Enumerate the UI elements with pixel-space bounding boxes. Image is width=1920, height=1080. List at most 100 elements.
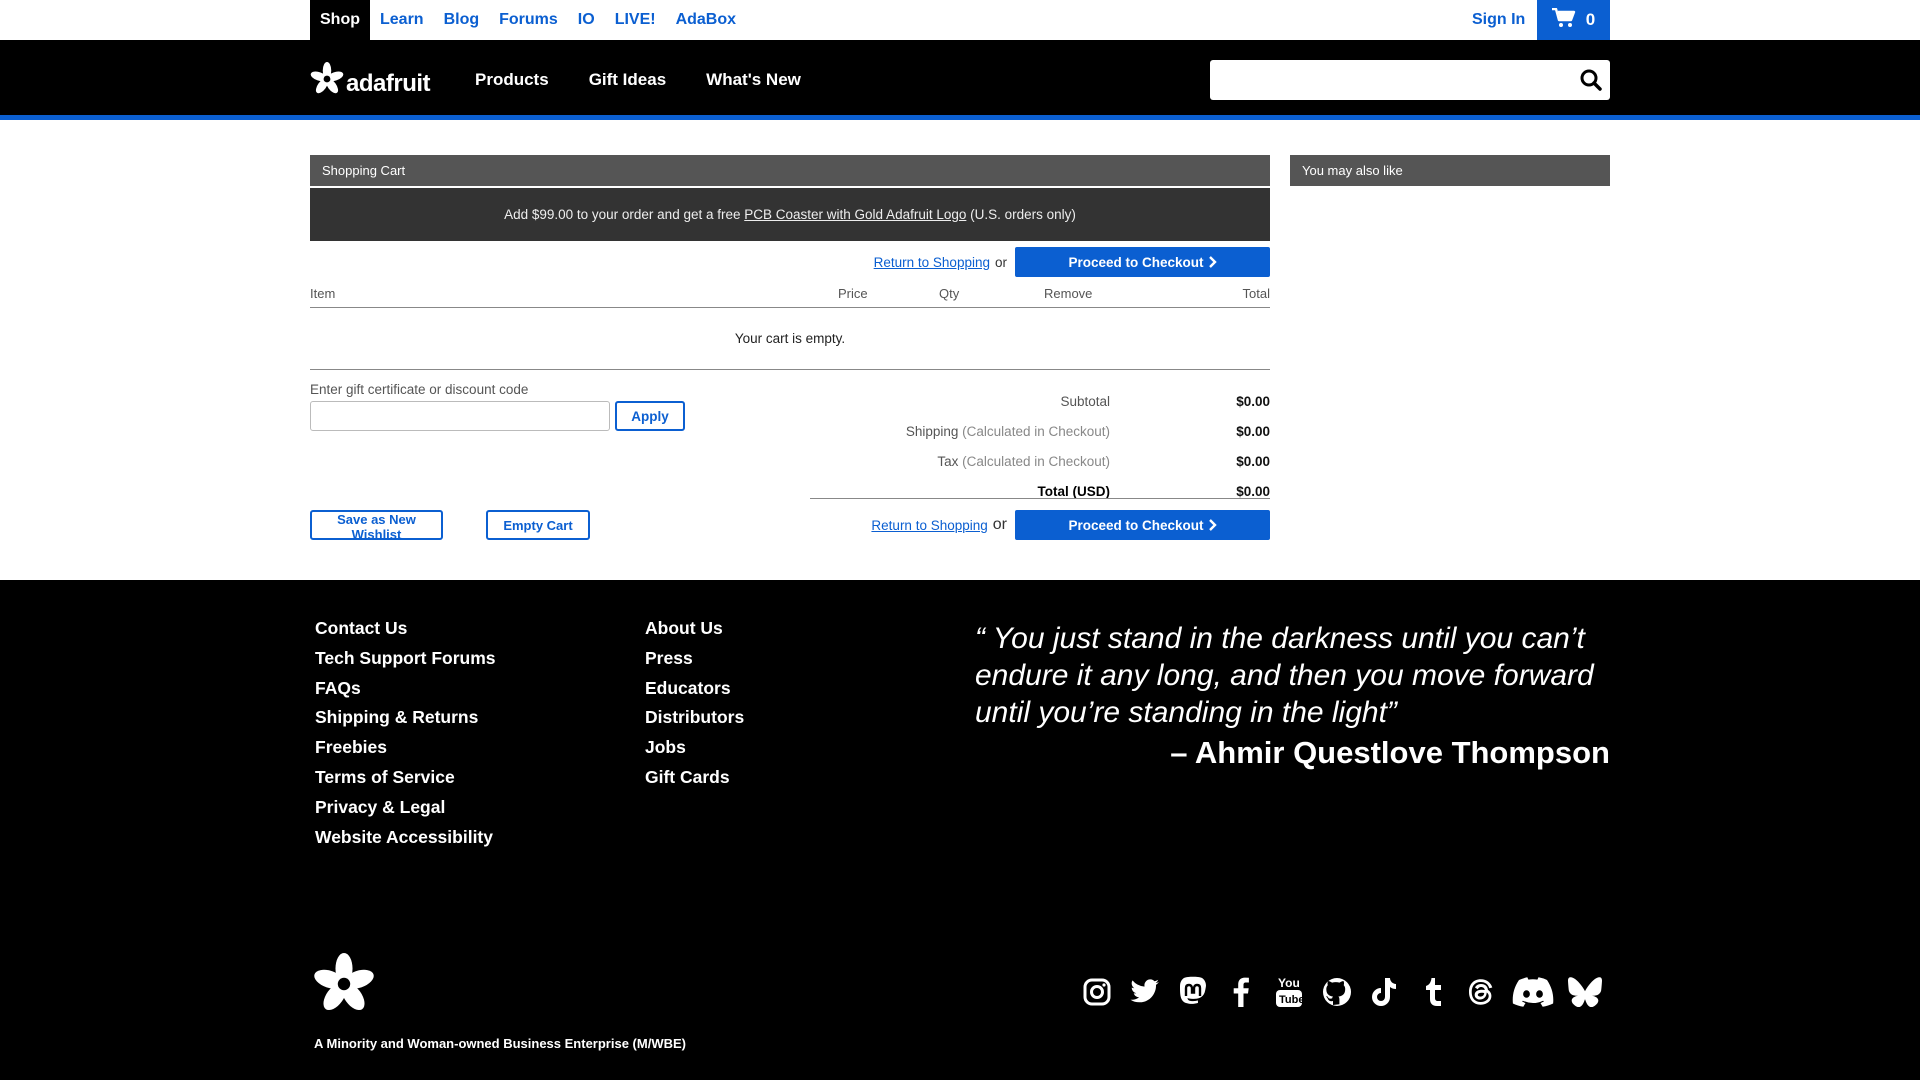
bluesky-icon[interactable] — [1568, 975, 1602, 1009]
search-box — [1210, 60, 1610, 100]
main-nav: Products Gift Ideas What's New — [475, 40, 841, 120]
cart-table-header: Item Price Qty Remove Total — [310, 280, 1270, 308]
search-icon[interactable] — [1580, 69, 1602, 96]
tiktok-icon[interactable] — [1368, 975, 1402, 1009]
discord-icon[interactable] — [1512, 975, 1554, 1009]
footer-link-jobs[interactable]: Jobs — [645, 737, 744, 767]
footer-adafruit-flower-icon[interactable] — [313, 953, 375, 1020]
gift-code-label: Enter gift certificate or discount code — [310, 382, 529, 397]
tax-note: (Calculated in Checkout) — [962, 453, 1110, 469]
shipping-value: $0.00 — [1236, 423, 1270, 439]
top-cart-actions: Return to Shopping or Proceed to Checkou… — [310, 244, 1270, 280]
svg-text:You: You — [1278, 976, 1300, 990]
subtotal-label: Subtotal — [1060, 393, 1110, 409]
nav-gift-ideas[interactable]: Gift Ideas — [589, 70, 666, 90]
facebook-icon[interactable] — [1224, 975, 1258, 1009]
main-header: adafruit Products Gift Ideas What's New — [0, 40, 1920, 120]
sign-in-link[interactable]: Sign In — [1472, 0, 1525, 40]
cart-button[interactable]: 0 — [1537, 0, 1610, 40]
chevron-right-icon — [1208, 256, 1217, 268]
footer-link-privacy[interactable]: Privacy & Legal — [315, 797, 496, 827]
recommendations-title: You may also like — [1290, 155, 1610, 186]
nav-whats-new[interactable]: What's New — [706, 70, 801, 90]
tax-value: $0.00 — [1236, 453, 1270, 469]
cart-icon — [1551, 7, 1576, 33]
top-nav-blog[interactable]: Blog — [444, 11, 480, 29]
empty-cart-button[interactable]: Empty Cart — [486, 510, 590, 540]
footer-links-col-1: Contact Us Tech Support Forums FAQs Ship… — [315, 618, 496, 856]
footer-link-distributors[interactable]: Distributors — [645, 707, 744, 737]
col-total: Total — [1242, 286, 1270, 301]
cart-summary: Enter gift certificate or discount code … — [310, 370, 1270, 500]
footer-quote-author: – Ahmir Questlove Thompson — [1170, 735, 1610, 770]
footer-link-educators[interactable]: Educators — [645, 678, 744, 708]
twitter-icon[interactable] — [1128, 975, 1162, 1009]
shipping-label: Shipping — [905, 423, 959, 439]
github-icon[interactable] — [1320, 975, 1354, 1009]
footer-quote: “ You just stand in the darkness until y… — [975, 622, 1594, 729]
total-row: Total (USD) $0.00 — [810, 476, 1271, 506]
footer-link-gift-cards[interactable]: Gift Cards — [645, 767, 744, 797]
threads-icon[interactable] — [1464, 975, 1498, 1009]
search-input[interactable] — [1210, 60, 1570, 100]
tax-label-wrap: Tax (Calculated in Checkout) — [810, 454, 1110, 469]
footer-link-terms[interactable]: Terms of Service — [315, 767, 496, 797]
social-links: You Tube — [1080, 975, 1602, 1009]
footer-link-tech-support[interactable]: Tech Support Forums — [315, 648, 496, 678]
bottom-cart-actions: Save as New Wishlist Empty Cart Return t… — [310, 510, 1270, 542]
top-nav-shop[interactable]: Shop — [310, 0, 370, 40]
top-bar: Shop Learn Blog Forums IO LIVE! AdaBox S… — [0, 0, 1920, 40]
save-wishlist-button[interactable]: Save as New Wishlist — [310, 510, 443, 542]
top-nav-live[interactable]: LIVE! — [615, 11, 656, 29]
top-nav: Shop Learn Blog Forums IO LIVE! AdaBox — [310, 0, 756, 40]
apply-button[interactable]: Apply — [615, 401, 685, 431]
proceed-to-checkout-button-bottom[interactable]: Proceed to Checkout — [1015, 510, 1270, 540]
promo-suffix: (U.S. orders only) — [966, 207, 1076, 222]
tax-label: Tax — [937, 453, 959, 469]
promo-prefix: Add $99.00 to your order and get a free — [504, 207, 745, 222]
footer-links-col-2: About Us Press Educators Distributors Jo… — [645, 618, 744, 797]
col-price: Price — [838, 286, 868, 301]
nav-products[interactable]: Products — [475, 70, 549, 90]
or-text: or — [994, 254, 1007, 270]
gift-code-input[interactable] — [310, 401, 610, 431]
promo-link[interactable]: PCB Coaster with Gold Adafruit Logo — [744, 207, 966, 222]
youtube-icon[interactable]: You Tube — [1272, 975, 1306, 1009]
top-nav-learn[interactable]: Learn — [380, 11, 424, 29]
footer-link-shipping-returns[interactable]: Shipping & Returns — [315, 707, 496, 737]
footer: Contact Us Tech Support Forums FAQs Ship… — [0, 580, 1920, 1080]
instagram-icon[interactable] — [1080, 975, 1114, 1009]
total-label: Total (USD) — [1037, 483, 1111, 499]
checkout-label-bottom: Proceed to Checkout — [1068, 517, 1204, 533]
mwbe-text: A Minority and Woman-owned Business Ente… — [314, 1036, 686, 1051]
bottom-checkout-actions: Return to Shopping or Proceed to Checkou… — [871, 510, 1270, 540]
top-nav-io[interactable]: IO — [578, 11, 595, 29]
proceed-to-checkout-button[interactable]: Proceed to Checkout — [1015, 247, 1270, 277]
subtotal-value: $0.00 — [1236, 393, 1270, 409]
return-to-shopping-link[interactable]: Return to Shopping — [874, 255, 990, 270]
checkout-label: Proceed to Checkout — [1068, 254, 1204, 270]
col-item: Item — [310, 286, 336, 301]
footer-link-about-us[interactable]: About Us — [645, 618, 744, 648]
top-nav-adabox[interactable]: AdaBox — [676, 11, 736, 29]
or-text-bottom: or — [992, 516, 1007, 533]
shipping-note: (Calculated in Checkout) — [962, 423, 1110, 439]
cart-title: Shopping Cart — [310, 155, 1270, 186]
top-nav-forums[interactable]: Forums — [499, 11, 558, 29]
svg-text:Tube: Tube — [1279, 994, 1303, 1006]
col-qty: Qty — [939, 286, 960, 301]
footer-link-accessibility[interactable]: Website Accessibility — [315, 827, 496, 857]
return-to-shopping-link-bottom[interactable]: Return to Shopping — [871, 518, 987, 533]
subtotal-row: Subtotal $0.00 — [810, 386, 1270, 416]
shipping-label-wrap: Shipping (Calculated in Checkout) — [810, 424, 1110, 439]
footer-link-contact-us[interactable]: Contact Us — [315, 618, 496, 648]
footer-link-freebies[interactable]: Freebies — [315, 737, 496, 767]
totals-table: Subtotal $0.00 Shipping (Calculated in C… — [810, 386, 1270, 506]
adafruit-logo[interactable]: adafruit — [310, 60, 431, 98]
mastodon-icon[interactable] — [1176, 975, 1210, 1009]
logo-text: adafruit — [346, 70, 431, 97]
footer-link-faqs[interactable]: FAQs — [315, 678, 496, 708]
empty-cart-message: Your cart is empty. — [310, 308, 1270, 370]
footer-link-press[interactable]: Press — [645, 648, 744, 678]
tumblr-icon[interactable] — [1416, 975, 1450, 1009]
